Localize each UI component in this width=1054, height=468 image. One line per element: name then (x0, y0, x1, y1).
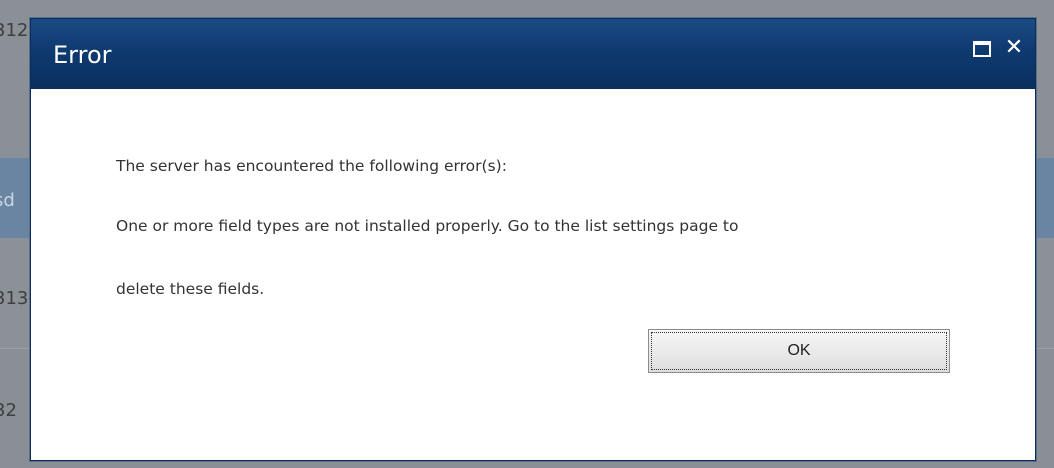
background-text-fragment: 312 (0, 20, 29, 41)
ok-button-label: OK (651, 332, 947, 370)
background-text-fragment: 32 (0, 400, 17, 421)
dialog-title: Error (53, 41, 112, 69)
background-text-fragment: 313 (0, 288, 29, 309)
ok-button[interactable]: OK (648, 329, 950, 373)
background-text-fragment: sd (0, 190, 15, 211)
error-message-line: One or more field types are not installe… (116, 217, 739, 235)
maximize-icon[interactable] (973, 41, 991, 57)
error-message-line: delete these fields. (116, 280, 265, 298)
dialog-body: The server has encountered the following… (31, 89, 1035, 460)
error-dialog: Error ✕ The server has encountered the f… (30, 18, 1036, 461)
error-message-heading: The server has encountered the following… (116, 157, 507, 175)
dialog-titlebar: Error ✕ (31, 19, 1035, 89)
close-icon[interactable]: ✕ (1003, 35, 1025, 61)
